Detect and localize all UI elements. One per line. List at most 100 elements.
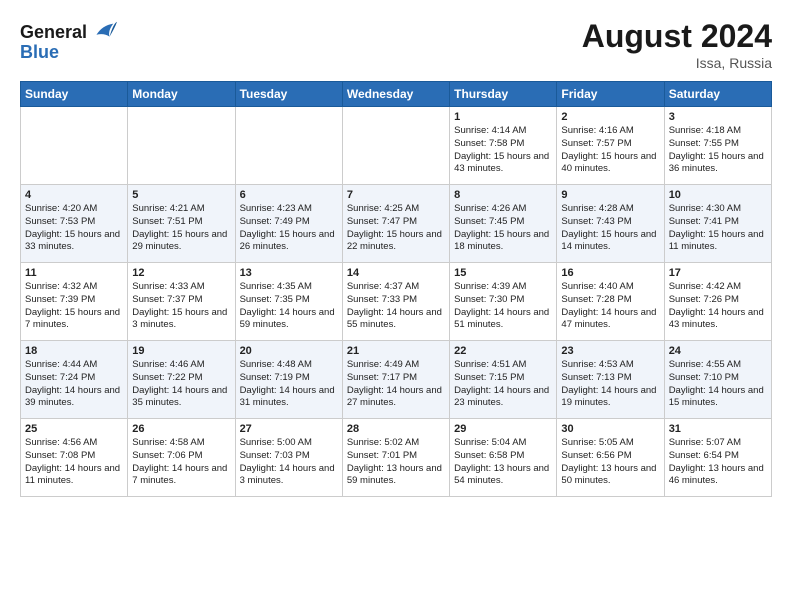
table-row: 4 Sunrise: 4:20 AM Sunset: 7:53 PM Daylig… (21, 185, 128, 263)
cell-info: Sunrise: 4:33 AM Sunset: 7:37 PM Dayligh… (132, 281, 230, 332)
table-row: 26 Sunrise: 4:58 AM Sunset: 7:06 PM Dayli… (128, 419, 235, 497)
table-row: 21 Sunrise: 4:49 AM Sunset: 7:17 PM Dayli… (342, 341, 449, 419)
cell-info: Sunrise: 4:26 AM Sunset: 7:45 PM Dayligh… (454, 203, 552, 254)
cell-info: Sunrise: 4:46 AM Sunset: 7:22 PM Dayligh… (132, 359, 230, 410)
cell-info: Sunrise: 4:18 AM Sunset: 7:55 PM Dayligh… (669, 125, 767, 176)
calendar-week-row: 11 Sunrise: 4:32 AM Sunset: 7:39 PM Dayli… (21, 263, 772, 341)
table-row: 23Sunrise: 4:53 AM Sunset: 7:13 PM Dayli… (557, 341, 664, 419)
table-row: 20Sunrise: 4:48 AM Sunset: 7:19 PM Dayli… (235, 341, 342, 419)
cell-info: Sunrise: 4:20 AM Sunset: 7:53 PM Dayligh… (25, 203, 123, 254)
day-number: 21 (347, 345, 445, 357)
day-number: 26 (132, 423, 230, 435)
col-tuesday: Tuesday (235, 82, 342, 107)
cell-info: Sunrise: 4:30 AM Sunset: 7:41 PM Dayligh… (669, 203, 767, 254)
day-number: 12 (132, 267, 230, 279)
cell-info: Sunrise: 4:42 AM Sunset: 7:26 PM Dayligh… (669, 281, 767, 332)
cell-info: Sunrise: 4:37 AM Sunset: 7:33 PM Dayligh… (347, 281, 445, 332)
table-row: 14 Sunrise: 4:37 AM Sunset: 7:33 PM Dayli… (342, 263, 449, 341)
table-row: 31Sunrise: 5:07 AM Sunset: 6:54 PM Dayli… (664, 419, 771, 497)
cell-info: Sunrise: 4:21 AM Sunset: 7:51 PM Dayligh… (132, 203, 230, 254)
table-row: 25 Sunrise: 4:56 AM Sunset: 7:08 PM Dayli… (21, 419, 128, 497)
table-row: 7 Sunrise: 4:25 AM Sunset: 7:47 PM Daylig… (342, 185, 449, 263)
table-row: 29 Sunrise: 5:04 AM Sunset: 6:58 PM Dayli… (450, 419, 557, 497)
title-area: August 2024 Issa, Russia (582, 18, 772, 71)
table-row: 27 Sunrise: 5:00 AM Sunset: 7:03 PM Dayli… (235, 419, 342, 497)
table-row: 28 Sunrise: 5:02 AM Sunset: 7:01 PM Dayli… (342, 419, 449, 497)
cell-info: Sunrise: 4:32 AM Sunset: 7:39 PM Dayligh… (25, 281, 123, 332)
page-header: General Blue August 2024 Issa, Russia (20, 18, 772, 71)
cell-info: Sunrise: 4:40 AM Sunset: 7:28 PM Dayligh… (561, 281, 659, 332)
day-number: 18 (25, 345, 123, 357)
cell-info: Sunrise: 4:39 AM Sunset: 7:30 PM Dayligh… (454, 281, 552, 332)
day-number: 7 (347, 189, 445, 201)
day-number: 14 (347, 267, 445, 279)
day-number: 28 (347, 423, 445, 435)
table-row: 17 Sunrise: 4:42 AM Sunset: 7:26 PM Dayli… (664, 263, 771, 341)
calendar-table: Sunday Monday Tuesday Wednesday Thursday… (20, 81, 772, 497)
table-row: 2 Sunrise: 4:16 AM Sunset: 7:57 PM Daylig… (557, 107, 664, 185)
table-row: 11 Sunrise: 4:32 AM Sunset: 7:39 PM Dayli… (21, 263, 128, 341)
col-friday: Friday (557, 82, 664, 107)
day-number: 13 (240, 267, 338, 279)
table-row: 22 Sunrise: 4:51 AM Sunset: 7:15 PM Dayli… (450, 341, 557, 419)
day-number: 4 (25, 189, 123, 201)
cell-info: Sunrise: 4:35 AM Sunset: 7:35 PM Dayligh… (240, 281, 338, 332)
location-subtitle: Issa, Russia (582, 55, 772, 71)
cell-info: Sunrise: 5:05 AM Sunset: 6:56 PM Dayligh… (561, 437, 659, 488)
day-number: 2 (561, 111, 659, 123)
calendar-week-row: 18 Sunrise: 4:44 AM Sunset: 7:24 PM Dayli… (21, 341, 772, 419)
calendar-week-row: 1Sunrise: 4:14 AM Sunset: 7:58 PM Daylig… (21, 107, 772, 185)
day-number: 19 (132, 345, 230, 357)
calendar-header-row: Sunday Monday Tuesday Wednesday Thursday… (21, 82, 772, 107)
cell-info: Sunrise: 4:56 AM Sunset: 7:08 PM Dayligh… (25, 437, 123, 488)
cell-info: Sunrise: 5:00 AM Sunset: 7:03 PM Dayligh… (240, 437, 338, 488)
cell-info: Sunrise: 4:23 AM Sunset: 7:49 PM Dayligh… (240, 203, 338, 254)
table-row: 16Sunrise: 4:40 AM Sunset: 7:28 PM Dayli… (557, 263, 664, 341)
col-thursday: Thursday (450, 82, 557, 107)
table-row: 8 Sunrise: 4:26 AM Sunset: 7:45 PM Daylig… (450, 185, 557, 263)
col-monday: Monday (128, 82, 235, 107)
day-number: 17 (669, 267, 767, 279)
day-number: 25 (25, 423, 123, 435)
table-row: 15 Sunrise: 4:39 AM Sunset: 7:30 PM Dayli… (450, 263, 557, 341)
cell-info: Sunrise: 4:58 AM Sunset: 7:06 PM Dayligh… (132, 437, 230, 488)
table-row: 3 Sunrise: 4:18 AM Sunset: 7:55 PM Daylig… (664, 107, 771, 185)
calendar-week-row: 25 Sunrise: 4:56 AM Sunset: 7:08 PM Dayli… (21, 419, 772, 497)
table-row: 9Sunrise: 4:28 AM Sunset: 7:43 PM Daylig… (557, 185, 664, 263)
logo: General Blue (20, 18, 117, 63)
day-number: 9 (561, 189, 659, 201)
cell-info: Sunrise: 4:25 AM Sunset: 7:47 PM Dayligh… (347, 203, 445, 254)
day-number: 20 (240, 345, 338, 357)
day-number: 27 (240, 423, 338, 435)
day-number: 10 (669, 189, 767, 201)
cell-info: Sunrise: 4:55 AM Sunset: 7:10 PM Dayligh… (669, 359, 767, 410)
day-number: 1 (454, 111, 552, 123)
month-year-title: August 2024 (582, 18, 772, 55)
table-row: 1Sunrise: 4:14 AM Sunset: 7:58 PM Daylig… (450, 107, 557, 185)
table-row: 6 Sunrise: 4:23 AM Sunset: 7:49 PM Daylig… (235, 185, 342, 263)
cell-info: Sunrise: 5:02 AM Sunset: 7:01 PM Dayligh… (347, 437, 445, 488)
cell-info: Sunrise: 4:44 AM Sunset: 7:24 PM Dayligh… (25, 359, 123, 410)
calendar-week-row: 4 Sunrise: 4:20 AM Sunset: 7:53 PM Daylig… (21, 185, 772, 263)
logo-bird-icon (89, 18, 117, 46)
col-sunday: Sunday (21, 82, 128, 107)
day-number: 3 (669, 111, 767, 123)
day-number: 6 (240, 189, 338, 201)
cell-info: Sunrise: 4:53 AM Sunset: 7:13 PM Dayligh… (561, 359, 659, 410)
cell-info: Sunrise: 4:49 AM Sunset: 7:17 PM Dayligh… (347, 359, 445, 410)
table-row (342, 107, 449, 185)
cell-info: Sunrise: 5:04 AM Sunset: 6:58 PM Dayligh… (454, 437, 552, 488)
day-number: 31 (669, 423, 767, 435)
table-row: 5Sunrise: 4:21 AM Sunset: 7:51 PM Daylig… (128, 185, 235, 263)
day-number: 8 (454, 189, 552, 201)
cell-info: Sunrise: 4:51 AM Sunset: 7:15 PM Dayligh… (454, 359, 552, 410)
table-row: 24 Sunrise: 4:55 AM Sunset: 7:10 PM Dayli… (664, 341, 771, 419)
cell-info: Sunrise: 4:16 AM Sunset: 7:57 PM Dayligh… (561, 125, 659, 176)
day-number: 29 (454, 423, 552, 435)
col-wednesday: Wednesday (342, 82, 449, 107)
day-number: 24 (669, 345, 767, 357)
day-number: 22 (454, 345, 552, 357)
table-row (21, 107, 128, 185)
day-number: 11 (25, 267, 123, 279)
day-number: 15 (454, 267, 552, 279)
